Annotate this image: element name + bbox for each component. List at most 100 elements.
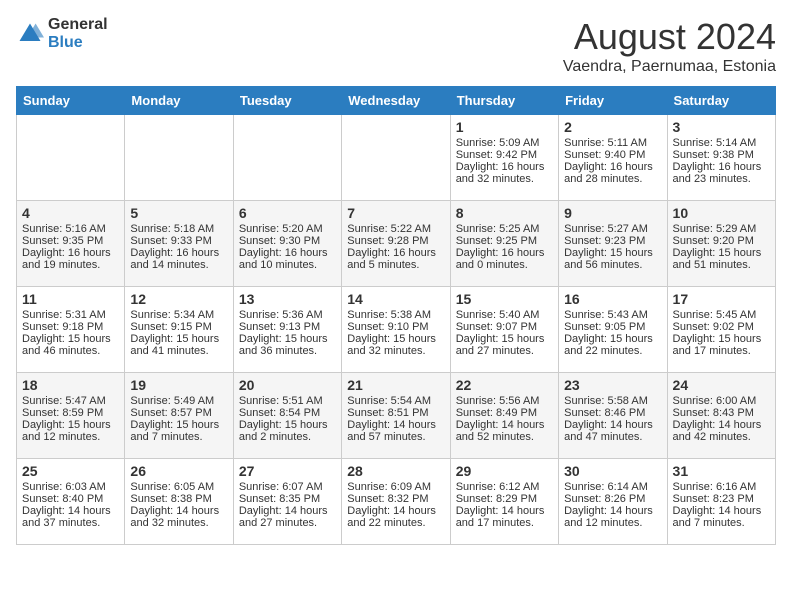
day-number: 8 [456, 205, 553, 221]
cell-line: Sunset: 8:40 PM [22, 493, 119, 505]
calendar-body: 1Sunrise: 5:09 AMSunset: 9:42 PMDaylight… [17, 115, 776, 545]
cell-line: Sunrise: 5:58 AM [564, 395, 661, 407]
cell-line: Sunrise: 5:36 AM [239, 309, 336, 321]
cell-line: and 46 minutes. [22, 345, 119, 357]
cell-line: Sunrise: 5:54 AM [347, 395, 444, 407]
day-number: 27 [239, 463, 336, 479]
calendar-cell: 31Sunrise: 6:16 AMSunset: 8:23 PMDayligh… [667, 459, 775, 545]
cell-line: Daylight: 14 hours [456, 505, 553, 517]
cell-line: and 2 minutes. [239, 431, 336, 443]
calendar-cell: 16Sunrise: 5:43 AMSunset: 9:05 PMDayligh… [559, 287, 667, 373]
cell-line: Sunrise: 5:38 AM [347, 309, 444, 321]
calendar-cell: 2Sunrise: 5:11 AMSunset: 9:40 PMDaylight… [559, 115, 667, 201]
calendar-cell: 3Sunrise: 5:14 AMSunset: 9:38 PMDaylight… [667, 115, 775, 201]
day-number: 30 [564, 463, 661, 479]
cell-line: Daylight: 14 hours [347, 505, 444, 517]
calendar-cell: 26Sunrise: 6:05 AMSunset: 8:38 PMDayligh… [125, 459, 233, 545]
day-number: 11 [22, 291, 119, 307]
day-number: 29 [456, 463, 553, 479]
calendar-cell: 19Sunrise: 5:49 AMSunset: 8:57 PMDayligh… [125, 373, 233, 459]
calendar-cell: 28Sunrise: 6:09 AMSunset: 8:32 PMDayligh… [342, 459, 450, 545]
day-number: 6 [239, 205, 336, 221]
header-friday: Friday [559, 87, 667, 115]
day-number: 26 [130, 463, 227, 479]
cell-line: Daylight: 14 hours [130, 505, 227, 517]
calendar-cell: 4Sunrise: 5:16 AMSunset: 9:35 PMDaylight… [17, 201, 125, 287]
cell-line: Daylight: 16 hours [456, 161, 553, 173]
cell-line: Daylight: 15 hours [456, 333, 553, 345]
cell-line: Sunrise: 5:34 AM [130, 309, 227, 321]
cell-line: and 32 minutes. [347, 345, 444, 357]
cell-line: Daylight: 14 hours [347, 419, 444, 431]
cell-line: and 28 minutes. [564, 173, 661, 185]
calendar-cell: 7Sunrise: 5:22 AMSunset: 9:28 PMDaylight… [342, 201, 450, 287]
cell-line: Sunrise: 5:40 AM [456, 309, 553, 321]
calendar-cell [17, 115, 125, 201]
cell-line: Sunset: 8:57 PM [130, 407, 227, 419]
cell-line: Sunset: 8:35 PM [239, 493, 336, 505]
cell-line: Daylight: 16 hours [347, 247, 444, 259]
cell-line: and 10 minutes. [239, 259, 336, 271]
day-number: 3 [673, 119, 770, 135]
cell-line: and 5 minutes. [347, 259, 444, 271]
cell-line: Sunrise: 5:49 AM [130, 395, 227, 407]
logo-general: General [48, 16, 108, 34]
cell-line: Sunset: 8:54 PM [239, 407, 336, 419]
cell-line: Sunrise: 5:18 AM [130, 223, 227, 235]
cell-line: Daylight: 15 hours [130, 333, 227, 345]
cell-line: and 32 minutes. [130, 517, 227, 529]
calendar-cell [342, 115, 450, 201]
calendar-cell: 29Sunrise: 6:12 AMSunset: 8:29 PMDayligh… [450, 459, 558, 545]
cell-line: and 14 minutes. [130, 259, 227, 271]
cell-line: Daylight: 14 hours [673, 419, 770, 431]
cell-line: Sunrise: 5:43 AM [564, 309, 661, 321]
calendar-cell: 14Sunrise: 5:38 AMSunset: 9:10 PMDayligh… [342, 287, 450, 373]
cell-line: Daylight: 16 hours [239, 247, 336, 259]
cell-line: and 37 minutes. [22, 517, 119, 529]
cell-line: and 52 minutes. [456, 431, 553, 443]
cell-line: and 0 minutes. [456, 259, 553, 271]
cell-line: Sunrise: 6:07 AM [239, 481, 336, 493]
cell-line: Sunset: 8:46 PM [564, 407, 661, 419]
cell-line: Sunrise: 5:51 AM [239, 395, 336, 407]
cell-line: and 22 minutes. [564, 345, 661, 357]
header-tuesday: Tuesday [233, 87, 341, 115]
cell-line: Sunrise: 5:16 AM [22, 223, 119, 235]
header-saturday: Saturday [667, 87, 775, 115]
title-block: August 2024 Vaendra, Paernumaa, Estonia [563, 16, 776, 76]
cell-line: and 19 minutes. [22, 259, 119, 271]
cell-line: Sunset: 8:26 PM [564, 493, 661, 505]
header-row: SundayMondayTuesdayWednesdayThursdayFrid… [17, 87, 776, 115]
cell-line: and 56 minutes. [564, 259, 661, 271]
cell-line: and 17 minutes. [673, 345, 770, 357]
cell-line: Sunset: 9:25 PM [456, 235, 553, 247]
cell-line: Sunrise: 5:09 AM [456, 137, 553, 149]
calendar-title: August 2024 [563, 16, 776, 58]
day-number: 2 [564, 119, 661, 135]
cell-line: Daylight: 14 hours [673, 505, 770, 517]
cell-line: Sunrise: 5:56 AM [456, 395, 553, 407]
logo: General Blue [16, 16, 108, 51]
day-number: 10 [673, 205, 770, 221]
cell-line: and 22 minutes. [347, 517, 444, 529]
header-thursday: Thursday [450, 87, 558, 115]
cell-line: Sunset: 9:10 PM [347, 321, 444, 333]
page-header: General Blue August 2024 Vaendra, Paernu… [16, 16, 776, 76]
cell-line: Daylight: 15 hours [239, 333, 336, 345]
calendar-cell: 12Sunrise: 5:34 AMSunset: 9:15 PMDayligh… [125, 287, 233, 373]
cell-line: and 36 minutes. [239, 345, 336, 357]
cell-line: Daylight: 15 hours [564, 333, 661, 345]
cell-line: Sunset: 9:30 PM [239, 235, 336, 247]
day-number: 21 [347, 377, 444, 393]
logo-text: General Blue [48, 16, 108, 51]
cell-line: Sunrise: 6:14 AM [564, 481, 661, 493]
cell-line: Sunset: 9:38 PM [673, 149, 770, 161]
cell-line: Sunset: 9:42 PM [456, 149, 553, 161]
cell-line: Daylight: 15 hours [564, 247, 661, 259]
cell-line: and 27 minutes. [456, 345, 553, 357]
cell-line: Sunset: 8:32 PM [347, 493, 444, 505]
cell-line: Sunrise: 5:45 AM [673, 309, 770, 321]
cell-line: Daylight: 14 hours [239, 505, 336, 517]
calendar-week-4: 18Sunrise: 5:47 AMSunset: 8:59 PMDayligh… [17, 373, 776, 459]
calendar-week-3: 11Sunrise: 5:31 AMSunset: 9:18 PMDayligh… [17, 287, 776, 373]
